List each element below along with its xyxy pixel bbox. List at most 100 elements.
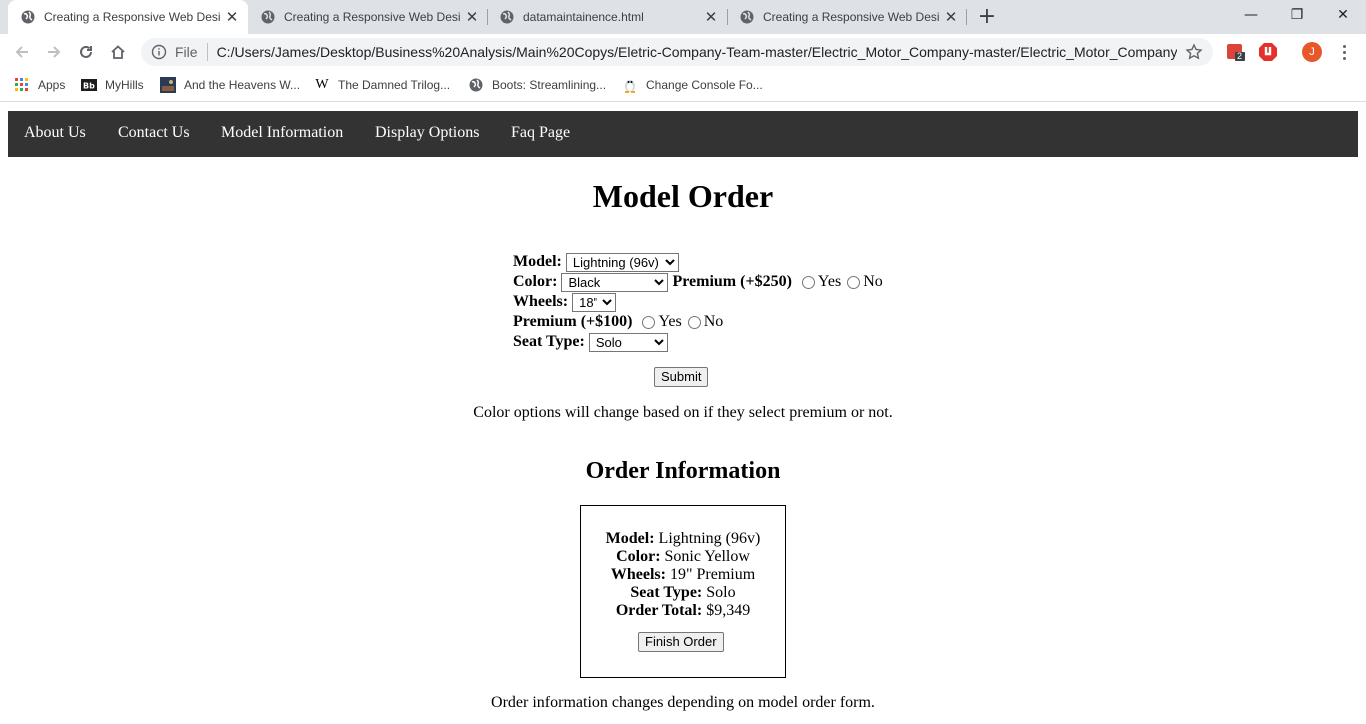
window-close-button[interactable]: ✕ bbox=[1320, 0, 1366, 30]
tab-divider bbox=[966, 9, 967, 25]
radio-label: Yes bbox=[817, 273, 842, 290]
order-seat-label: Seat Type: bbox=[630, 584, 703, 601]
page-title: Model Order bbox=[592, 178, 774, 214]
globe-icon bbox=[468, 77, 484, 93]
back-button[interactable] bbox=[10, 40, 34, 64]
nav-about-us[interactable]: About Us bbox=[24, 124, 86, 142]
seat-row: Seat Type: Solo bbox=[513, 332, 883, 352]
reload-button[interactable] bbox=[74, 40, 98, 64]
wheels-premium-row: Premium (+$100) Yes No bbox=[513, 312, 883, 332]
new-tab-button[interactable]: + bbox=[976, 4, 998, 29]
nav-display-options[interactable]: Display Options bbox=[375, 124, 479, 142]
browser-tab-2[interactable]: Creating a Responsive Web Desig ✕ bbox=[248, 0, 488, 34]
bookmark-star-icon[interactable] bbox=[1185, 43, 1203, 61]
color-label: Color: bbox=[513, 273, 558, 290]
wikipedia-icon: W bbox=[315, 77, 329, 92]
page-content: About Us Contact Us Model Information Di… bbox=[0, 102, 1366, 724]
color-note: Color options will change based on if th… bbox=[473, 404, 893, 421]
model-select[interactable]: Lightning (96v) bbox=[565, 252, 679, 272]
forward-button[interactable] bbox=[42, 40, 66, 64]
globe-icon bbox=[260, 9, 276, 25]
order-total-value: $9,349 bbox=[706, 602, 751, 619]
bookmark-damned-trilogy[interactable]: W The Damned Trilog... bbox=[314, 76, 450, 94]
bookmark-label: Boots: Streamlining... bbox=[492, 78, 607, 92]
forward-arrow-icon bbox=[48, 46, 61, 58]
globe-icon bbox=[499, 9, 515, 25]
color-premium-yes-radio[interactable] bbox=[801, 275, 815, 289]
bookmark-label: Change Console Fo... bbox=[646, 78, 763, 92]
radio-label: No bbox=[703, 313, 724, 330]
order-color-value: Sonic Yellow bbox=[664, 548, 750, 565]
adblock-extension-icon[interactable] bbox=[1258, 42, 1278, 62]
model-order-form: Model: Lightning (96v) Color: Black Prem… bbox=[513, 252, 883, 352]
minimize-button[interactable]: — bbox=[1228, 0, 1274, 30]
bookmark-label: And the Heavens W... bbox=[184, 78, 301, 92]
submit-button[interactable]: Submit bbox=[654, 367, 709, 387]
order-seat-line: Seat Type: Solo bbox=[581, 584, 785, 602]
bookmark-label: Apps bbox=[38, 78, 66, 92]
browser-tab-4[interactable]: Creating a Responsive Web Desig ✕ bbox=[727, 0, 967, 34]
reload-icon bbox=[80, 45, 92, 58]
tab-title: Creating a Responsive Web Desig bbox=[763, 10, 939, 24]
bookmark-boots[interactable]: Boots: Streamlining... bbox=[468, 76, 606, 94]
color-premium-no-radio[interactable] bbox=[847, 275, 861, 289]
order-info-heading: Order Information bbox=[585, 458, 781, 484]
back-arrow-icon bbox=[15, 46, 28, 58]
browser-menu-icon[interactable] bbox=[1336, 42, 1352, 62]
close-tab-icon[interactable]: ✕ bbox=[224, 9, 240, 26]
close-tab-icon[interactable]: ✕ bbox=[943, 9, 959, 26]
profile-avatar[interactable]: J bbox=[1302, 42, 1322, 62]
wheels-premium-no-radio[interactable] bbox=[687, 315, 701, 329]
svg-text:Bb: Bb bbox=[83, 82, 95, 91]
bookmark-apps[interactable]: Apps bbox=[14, 76, 65, 94]
calendar-extension-icon[interactable]: 2 bbox=[1226, 42, 1246, 62]
seat-select[interactable]: Solo bbox=[588, 332, 668, 352]
order-wheels-line: Wheels: 19" Premium bbox=[581, 566, 785, 584]
order-wheels-label: Wheels: bbox=[610, 566, 666, 583]
color-select[interactable]: Black bbox=[561, 272, 669, 292]
home-button[interactable] bbox=[106, 40, 130, 64]
bookmark-label: MyHills bbox=[105, 78, 144, 92]
bookmark-change-console[interactable]: Change Console Fo... bbox=[622, 76, 763, 94]
model-label: Model: bbox=[513, 253, 562, 270]
order-total-label: Order Total: bbox=[615, 602, 703, 619]
color-premium-label: Premium (+$250) bbox=[672, 273, 792, 290]
bookmarks-bar: Apps Bb MyHills And the Heavens W... W T… bbox=[0, 70, 1366, 102]
home-icon bbox=[111, 45, 125, 59]
address-bar[interactable]: File C:/Users/James/Desktop/Business%20A… bbox=[141, 38, 1213, 66]
extension-badge: 2 bbox=[1237, 51, 1243, 61]
nav-contact-us[interactable]: Contact Us bbox=[118, 124, 190, 142]
radio-label: Yes bbox=[658, 313, 682, 330]
order-model-value: Lightning (96v) bbox=[658, 530, 761, 547]
seat-label: Seat Type: bbox=[513, 333, 585, 350]
tab-title: Creating a Responsive Web Desig bbox=[284, 10, 460, 24]
site-navbar: About Us Contact Us Model Information Di… bbox=[8, 111, 1358, 157]
info-icon[interactable] bbox=[151, 44, 167, 60]
tux-icon bbox=[622, 77, 638, 93]
wheels-premium-yes-radio[interactable] bbox=[642, 315, 656, 329]
order-model-line: Model: Lightning (96v) bbox=[581, 530, 785, 548]
bookmark-myhills[interactable]: Bb MyHills bbox=[81, 76, 144, 94]
wheels-premium-label: Premium (+$100) bbox=[513, 313, 633, 330]
nav-faq-page[interactable]: Faq Page bbox=[511, 124, 570, 142]
restore-button[interactable]: ❐ bbox=[1274, 0, 1320, 30]
close-tab-icon[interactable]: ✕ bbox=[464, 9, 480, 26]
close-tab-icon[interactable]: ✕ bbox=[703, 9, 719, 26]
order-seat-value: Solo bbox=[706, 584, 736, 601]
omnibox-divider bbox=[206, 43, 208, 61]
model-row: Model: Lightning (96v) bbox=[513, 252, 883, 272]
color-row: Color: Black Premium (+$250) Yes No bbox=[513, 272, 883, 292]
finish-order-button[interactable]: Finish Order bbox=[638, 632, 724, 652]
wheels-select[interactable]: 18" bbox=[572, 292, 617, 312]
globe-icon bbox=[739, 9, 755, 25]
tab-strip: Creating a Responsive Web Desig ✕ Creati… bbox=[0, 0, 1366, 34]
wheels-label: Wheels: bbox=[513, 293, 569, 310]
browser-tab-1[interactable]: Creating a Responsive Web Desig ✕ bbox=[8, 0, 248, 34]
scheme-label: File bbox=[175, 44, 198, 60]
tab-title: Creating a Responsive Web Desig bbox=[44, 10, 220, 24]
globe-icon bbox=[20, 9, 36, 25]
url-text[interactable]: C:/Users/James/Desktop/Business%20Analys… bbox=[217, 44, 1177, 60]
bookmark-heavens[interactable]: And the Heavens W... bbox=[160, 76, 300, 94]
nav-model-information[interactable]: Model Information bbox=[221, 124, 343, 142]
browser-tab-3[interactable]: datamaintainence.html ✕ bbox=[487, 0, 727, 34]
